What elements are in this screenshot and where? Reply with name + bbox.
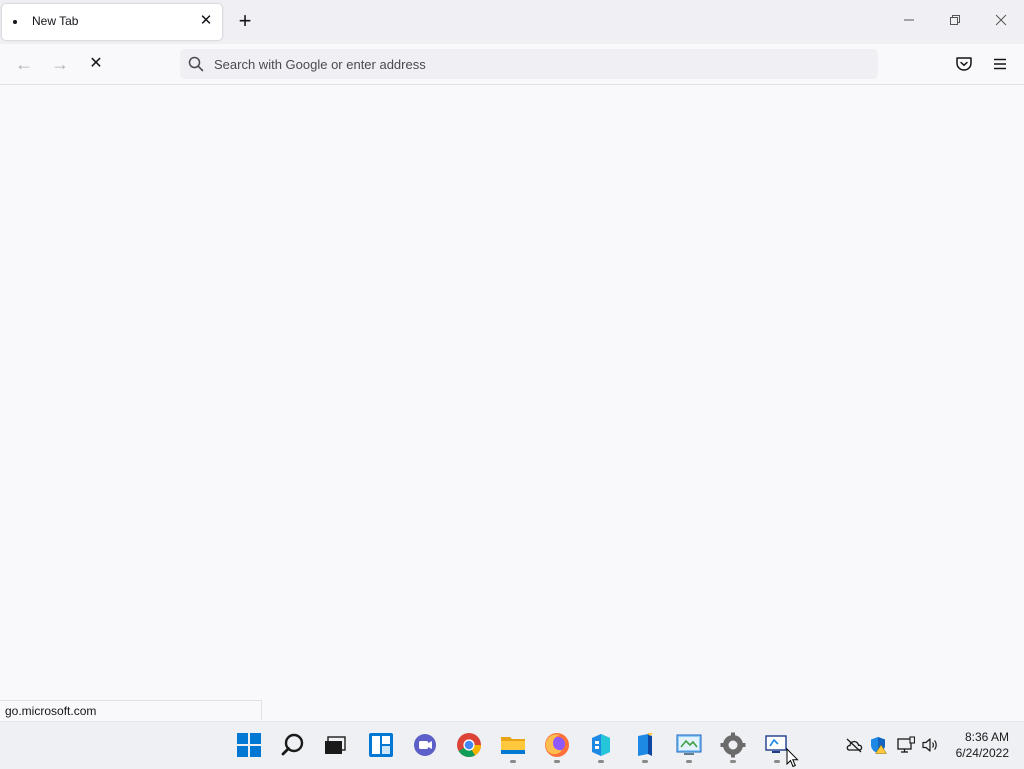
search-icon[interactable] (280, 732, 306, 758)
taskbar: 8:36 AM 6/24/2022 (0, 721, 1024, 769)
navigation-toolbar: ← → ✕ (0, 44, 1024, 85)
volume-icon[interactable] (921, 736, 939, 754)
status-bar-url: go.microsoft.com (0, 700, 262, 720)
restore-button[interactable] (942, 8, 968, 34)
running-indicator (598, 760, 604, 763)
address-bar[interactable] (180, 49, 878, 79)
control-panel-icon[interactable] (676, 732, 702, 758)
task-view-icon[interactable] (322, 732, 348, 758)
onedrive-offline-icon[interactable] (845, 736, 863, 754)
mouse-cursor-icon (786, 748, 799, 768)
firefox-icon[interactable] (544, 732, 570, 758)
address-input[interactable] (214, 49, 854, 79)
tab-title: New Tab (32, 14, 79, 28)
pocket-icon[interactable] (954, 54, 974, 74)
tab-strip: New Tab ✕ + (0, 0, 1024, 44)
running-indicator (554, 760, 560, 763)
chat-icon[interactable] (412, 732, 438, 758)
tab-close-icon[interactable]: ✕ (198, 13, 214, 29)
file-explorer-icon[interactable] (500, 732, 526, 758)
tab-new-tab[interactable]: New Tab ✕ (2, 4, 222, 40)
security-warning-icon[interactable] (869, 736, 887, 754)
settings-icon[interactable] (720, 732, 746, 758)
system-clock[interactable]: 8:36 AM 6/24/2022 (956, 729, 1009, 761)
menu-icon[interactable] (990, 54, 1010, 74)
search-icon (188, 56, 204, 72)
app-book-icon[interactable] (632, 732, 658, 758)
new-tab-button[interactable]: + (234, 10, 256, 32)
minimize-button[interactable] (896, 8, 922, 34)
clock-date: 6/24/2022 (955, 746, 1009, 760)
close-icon (995, 14, 1007, 26)
close-window-button[interactable] (988, 8, 1014, 34)
loading-indicator-icon (13, 20, 17, 24)
chrome-icon[interactable] (456, 732, 482, 758)
network-icon[interactable] (897, 736, 915, 754)
start-icon[interactable] (236, 732, 262, 758)
running-indicator (642, 760, 648, 763)
app-blue-icon[interactable] (588, 732, 614, 758)
forward-button[interactable]: → (48, 52, 72, 76)
running-indicator (686, 760, 692, 763)
running-indicator (774, 760, 780, 763)
back-button[interactable]: ← (12, 52, 36, 76)
minimize-icon (904, 19, 914, 21)
running-indicator (510, 760, 516, 763)
running-indicator (730, 760, 736, 763)
stop-loading-button[interactable]: ✕ (84, 52, 108, 76)
browser-window: New Tab ✕ + ← → ✕ Search with Google or … (0, 0, 1024, 721)
clock-time: 8:36 AM (964, 730, 1009, 744)
restore-icon (950, 15, 960, 25)
widgets-icon[interactable] (368, 732, 394, 758)
